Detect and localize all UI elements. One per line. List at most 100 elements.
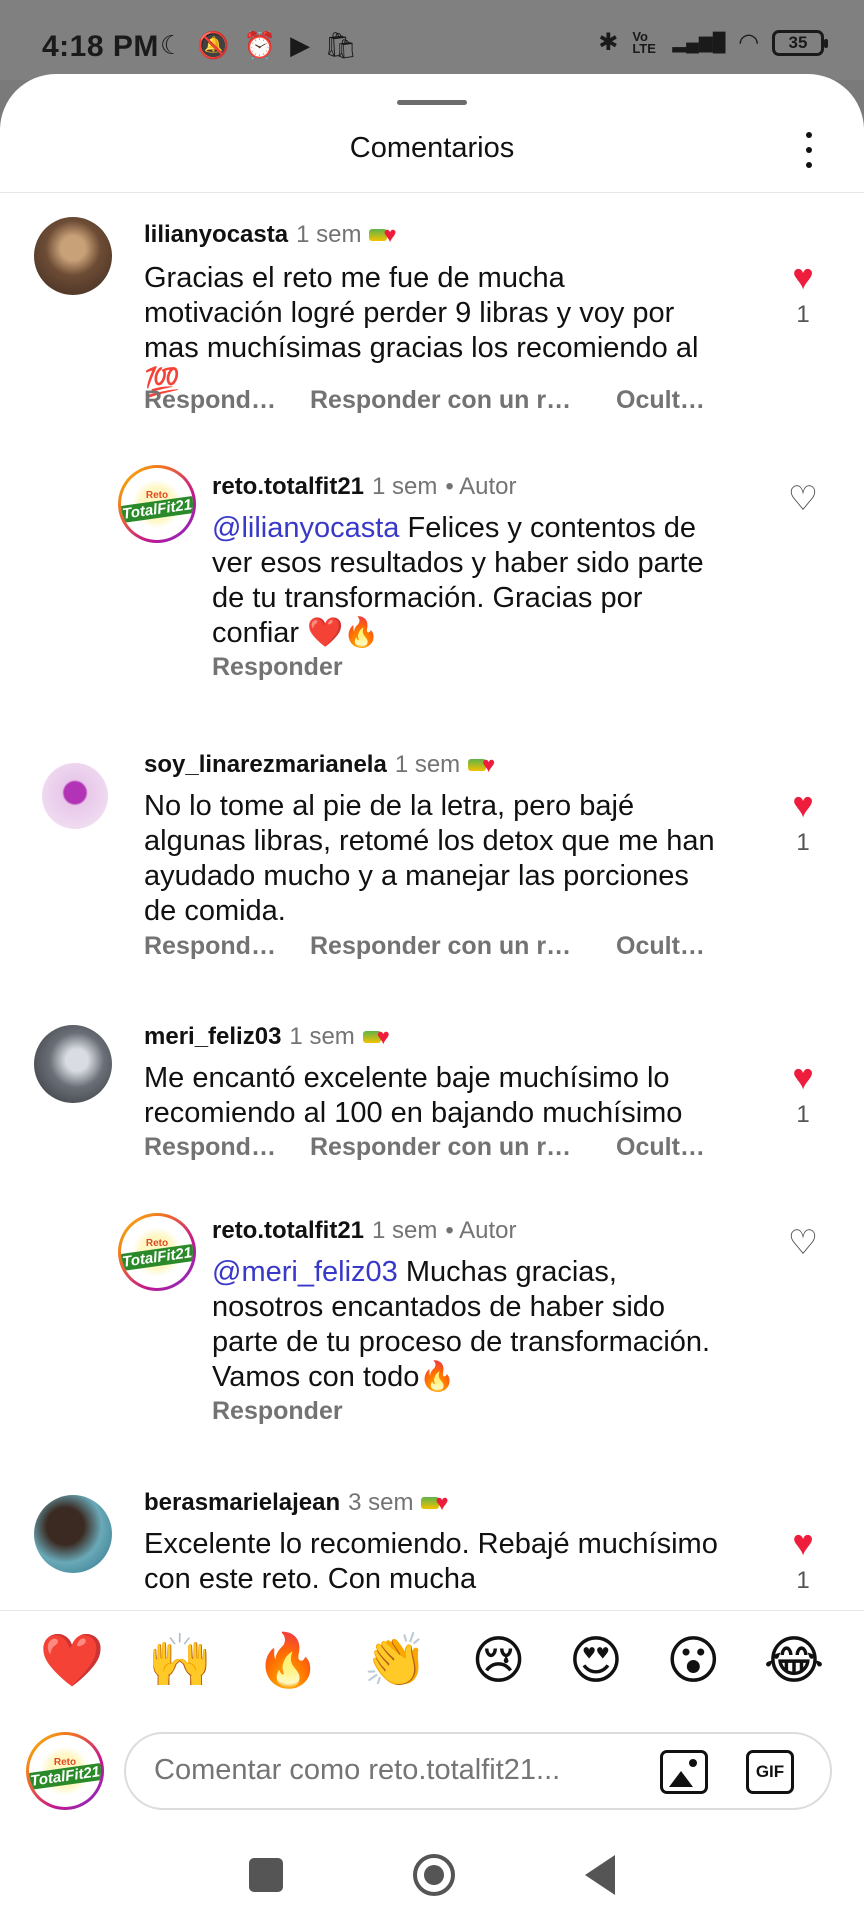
comment-item: soy_linarezmarianela 1 sem ♥ No lo tome …	[0, 739, 864, 969]
comment-text: @meri_feliz03 Muchas gracias, nosotros e…	[212, 1256, 711, 1393]
youtube-icon: ▶	[290, 30, 311, 60]
brand-avatar[interactable]: Reto TotalFit21	[118, 1213, 196, 1291]
reply-with-reel-button[interactable]: Responder con un r…	[310, 386, 616, 415]
author-label: • Autor	[445, 473, 517, 500]
reaction-heart-eyes[interactable]: 😍	[569, 1631, 623, 1691]
avatar[interactable]	[34, 1025, 112, 1103]
totalfit-logo: Reto TotalFit21	[29, 1742, 101, 1800]
back-icon[interactable]	[585, 1855, 615, 1895]
alarm-icon: ⏰	[243, 30, 277, 60]
like-button[interactable]: ♥ 1	[778, 785, 828, 857]
comment-meta: soy_linarezmarianela 1 sem ♥	[144, 751, 495, 779]
author-label: • Autor	[445, 1217, 517, 1244]
reply-item: Reto TotalFit21 reto.totalfit21 1 sem • A…	[0, 465, 864, 695]
like-button[interactable]: ♥ 1	[778, 257, 828, 329]
comment-item: meri_feliz03 1 sem ♥ Me encantó excelent…	[0, 1011, 864, 1181]
comment-time: 1 sem	[372, 1217, 438, 1244]
comment-text: No lo tome al pie de la letra, pero bajé…	[144, 790, 715, 927]
comment-actions: Responder	[212, 653, 343, 682]
avatar[interactable]	[42, 763, 108, 829]
like-count: 1	[796, 301, 810, 328]
recents-icon[interactable]	[249, 1858, 283, 1892]
comment-actions: Respond… Responder con un r… Ocult…	[144, 1133, 705, 1162]
home-icon[interactable]	[413, 1854, 455, 1896]
reaction-clap[interactable]: 👏	[363, 1631, 428, 1691]
comment-meta: lilianyocasta 1 sem ♥	[144, 221, 397, 249]
reaction-heart[interactable]: ❤️	[40, 1631, 105, 1691]
brand-avatar[interactable]: Reto TotalFit21	[118, 465, 196, 543]
creator-liked-badge: ♥	[468, 752, 495, 778]
comment-text: Excelente lo recomiendo. Rebajé muchísim…	[144, 1528, 718, 1595]
hide-button[interactable]: Ocult…	[616, 932, 705, 961]
comment-actions: Respond… Responder con un r… Ocult…	[144, 932, 705, 961]
quick-reactions-bar: ❤️ 🙌 🔥 👏 😢 😍 😮 😂	[0, 1610, 864, 1710]
comment-input[interactable]	[154, 1754, 624, 1787]
totalfit-logo: Reto TotalFit21	[121, 475, 193, 533]
reply-button[interactable]: Respond…	[144, 386, 310, 415]
reaction-crying[interactable]: 😢	[471, 1631, 525, 1691]
like-button[interactable]: ♡	[778, 479, 828, 519]
like-button[interactable]: ♥ 1	[778, 1523, 828, 1595]
gif-button[interactable]: GIF	[746, 1750, 794, 1794]
volte-icon: Vo LTE	[632, 28, 656, 56]
creator-liked-badge: ♥	[369, 222, 397, 248]
comment-time: 1 sem	[296, 221, 362, 248]
image-icon[interactable]	[660, 1750, 708, 1794]
hide-button[interactable]: Ocult…	[616, 1133, 705, 1162]
reaction-laughing[interactable]: 😂	[764, 1631, 825, 1691]
comment-username[interactable]: soy_linarezmarianela	[144, 751, 387, 779]
comment-meta: meri_feliz03 1 sem ♥	[144, 1023, 390, 1051]
reply-button[interactable]: Responder	[212, 1397, 343, 1426]
comment-time: 3 sem	[348, 1489, 414, 1516]
mention-link[interactable]: @lilianyocasta	[212, 512, 399, 544]
mention-link[interactable]: @meri_feliz03	[212, 1256, 398, 1288]
comment-composer: RetoTotalFit21 GIF	[0, 1710, 864, 1830]
like-count: 1	[796, 1101, 810, 1128]
like-button[interactable]: ♡	[778, 1223, 828, 1263]
heart-filled-icon: ♥	[792, 784, 814, 825]
reaction-raised-hands[interactable]: 🙌	[148, 1631, 213, 1691]
like-count: 1	[796, 829, 810, 856]
reply-button[interactable]: Responder	[212, 653, 343, 682]
creator-liked-badge: ♥	[421, 1490, 449, 1516]
comment-username[interactable]: reto.totalfit21	[212, 1217, 364, 1245]
reply-with-reel-button[interactable]: Responder con un r…	[310, 932, 616, 961]
hide-button[interactable]: Ocult…	[616, 386, 705, 415]
comment-username[interactable]: lilianyocasta	[144, 221, 288, 249]
status-bar: 4:18 PM ☾ 🔕 ⏰ ▶ 🛍 ✱ Vo LTE ▂▄▆█ ◠ 35	[0, 0, 864, 80]
comment-time: 1 sem	[394, 751, 461, 778]
avatar[interactable]	[34, 1495, 112, 1573]
comment-username[interactable]: berasmarielajean	[144, 1489, 340, 1517]
moon-icon: ☾	[160, 30, 184, 60]
totalfit-logo: Reto TotalFit21	[121, 1223, 193, 1281]
comment-meta: reto.totalfit21 1 sem • Autor	[212, 473, 516, 501]
like-button[interactable]: ♥ 1	[778, 1057, 828, 1129]
heart-filled-icon: ♥	[792, 256, 814, 297]
status-left-icons: ☾ 🔕 ⏰ ▶ 🛍	[160, 30, 357, 61]
more-vertical-icon[interactable]	[794, 130, 824, 170]
status-right-icons: ✱ Vo LTE ▂▄▆█ ◠ 35	[598, 28, 828, 57]
comments-list[interactable]: lilianyocasta 1 sem ♥ Gracias el reto me…	[0, 193, 864, 1609]
comment-item: berasmarielajean 3 sem ♥ Excelente lo re…	[0, 1485, 864, 1609]
bluetooth-icon: ✱	[598, 29, 619, 56]
comment-meta: berasmarielajean 3 sem ♥	[144, 1489, 449, 1517]
signal-icon: ▂▄▆█	[672, 32, 726, 52]
heart-filled-icon: ♥	[792, 1522, 814, 1563]
temu-icon: 🛍	[324, 30, 358, 60]
comment-text: Gracias el reto me fue de mucha motivaci…	[144, 262, 699, 399]
comment-time: 1 sem	[372, 473, 438, 500]
reaction-fire[interactable]: 🔥	[255, 1631, 320, 1691]
drag-handle[interactable]	[397, 100, 467, 105]
comments-sheet: Comentarios lilianyocasta 1 sem ♥ Gracia…	[0, 74, 864, 1920]
reply-with-reel-button[interactable]: Responder con un r…	[310, 1133, 616, 1162]
comment-username[interactable]: meri_feliz03	[144, 1023, 281, 1051]
avatar[interactable]	[34, 217, 112, 295]
reaction-surprised[interactable]: 😮	[666, 1631, 720, 1691]
reply-button[interactable]: Respond…	[144, 1133, 310, 1162]
alarm-off-icon: 🔕	[197, 30, 230, 60]
comment-username[interactable]: reto.totalfit21	[212, 473, 364, 501]
heart-filled-icon: ♥	[792, 1056, 814, 1097]
status-time: 4:18 PM	[42, 30, 159, 63]
reply-button[interactable]: Respond…	[144, 932, 310, 961]
composer-avatar: Reto TotalFit21	[26, 1732, 104, 1810]
